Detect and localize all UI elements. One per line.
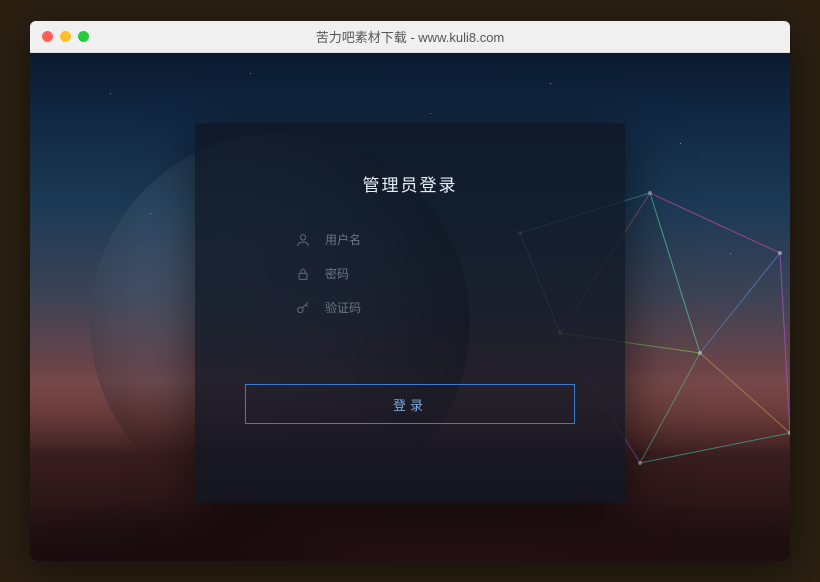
star-icon: [680, 143, 681, 144]
username-input[interactable]: [325, 233, 525, 247]
login-button[interactable]: 登录: [245, 384, 575, 424]
password-row: [295, 266, 525, 282]
star-icon: [250, 73, 251, 74]
star-icon: [150, 213, 151, 214]
star-icon: [550, 83, 551, 84]
star-icon: [430, 113, 431, 114]
browser-window: 苦力吧素材下载 - www.kuli8.com: [30, 21, 790, 561]
minimize-icon[interactable]: [60, 31, 71, 42]
captcha-row: [295, 300, 525, 316]
page-viewport: 管理员登录 登录: [30, 53, 790, 561]
star-icon: [110, 93, 111, 94]
lock-icon: [295, 266, 311, 282]
login-panel: 管理员登录 登录: [195, 123, 625, 503]
maximize-icon[interactable]: [78, 31, 89, 42]
window-titlebar: 苦力吧素材下载 - www.kuli8.com: [30, 21, 790, 53]
login-title: 管理员登录: [363, 171, 458, 196]
captcha-input[interactable]: [325, 301, 525, 315]
window-title: 苦力吧素材下载 - www.kuli8.com: [30, 27, 790, 46]
traffic-lights: [42, 31, 89, 42]
user-icon: [295, 232, 311, 248]
key-icon: [295, 300, 311, 316]
close-icon[interactable]: [42, 31, 53, 42]
username-row: [295, 232, 525, 248]
password-input[interactable]: [325, 267, 525, 281]
